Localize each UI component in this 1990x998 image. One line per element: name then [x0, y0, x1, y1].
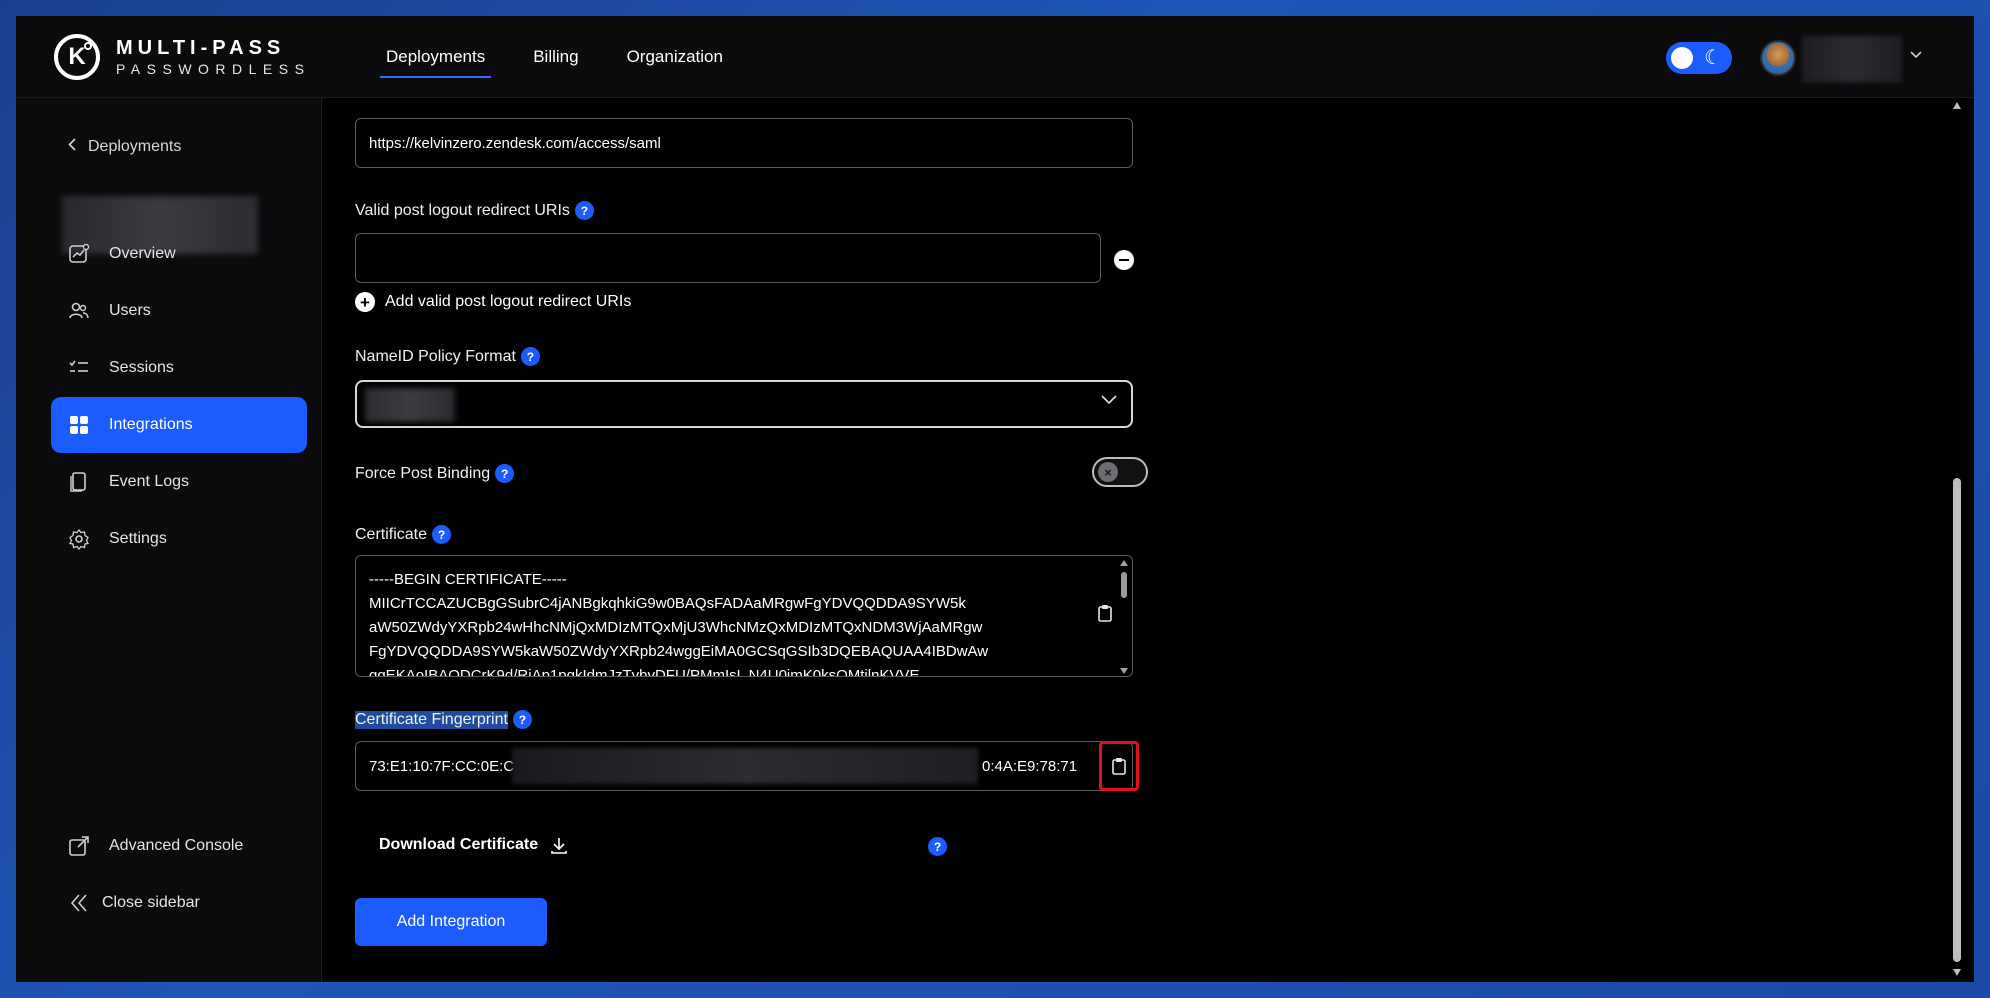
- nameid-label-text: NameID Policy Format: [355, 347, 516, 365]
- sidebar-item-event-logs[interactable]: Event Logs: [51, 454, 307, 510]
- logo-dot: [84, 42, 92, 50]
- document-icon: [67, 470, 91, 494]
- certificate-text: -----BEGIN CERTIFICATE----- MIICrTCCAZUC…: [369, 571, 989, 676]
- fingerprint-label: Certificate Fingerprint ?: [355, 710, 532, 729]
- chevron-down-icon: [1101, 392, 1117, 410]
- main-scroll-up-arrow[interactable]: [1953, 102, 1961, 109]
- grid-icon: [67, 413, 91, 437]
- external-link-icon: [67, 834, 91, 858]
- url-input-value: https://kelvinzero.zendesk.com/access/sa…: [369, 134, 661, 152]
- sidebar-item-advanced-console[interactable]: Advanced Console: [51, 818, 307, 874]
- post-logout-label: Valid post logout redirect URIs ?: [355, 201, 594, 220]
- post-logout-label-text: Valid post logout redirect URIs: [355, 201, 570, 219]
- sidebar-item-settings[interactable]: Settings: [51, 511, 307, 567]
- help-icon[interactable]: ?: [512, 710, 532, 729]
- download-certificate-button[interactable]: Download Certificate: [379, 836, 568, 854]
- user-name-redacted[interactable]: [1802, 36, 1902, 82]
- top-bar: K MULTI-PASS PASSWORDLESS Deployments Bi…: [16, 16, 1974, 98]
- sidebar-item-integrations[interactable]: Integrations: [51, 397, 307, 453]
- certificate-scrollbar-thumb[interactable]: [1121, 572, 1127, 598]
- sidebar-item-overview[interactable]: Overview: [51, 226, 307, 282]
- force-post-label-text: Force Post Binding: [355, 464, 491, 482]
- logo-text: MULTI-PASS PASSWORDLESS: [116, 38, 310, 76]
- brand-tagline: PASSWORDLESS: [116, 61, 311, 77]
- sidebar-item-users[interactable]: Users: [51, 283, 307, 339]
- double-chevron-left-icon: [68, 891, 92, 915]
- fingerprint-label-text: Certificate Fingerprint: [355, 710, 508, 729]
- theme-toggle-knob: [1671, 47, 1693, 69]
- avatar[interactable]: [1760, 40, 1796, 76]
- app-window: K MULTI-PASS PASSWORDLESS Deployments Bi…: [16, 16, 1974, 982]
- fingerprint-redacted: [512, 748, 978, 784]
- nameid-value-redacted: [365, 388, 455, 422]
- add-post-logout-label: Add valid post logout redirect URIs: [385, 293, 632, 310]
- force-post-binding-toggle[interactable]: ×: [1092, 457, 1148, 487]
- sidebar-label-sessions: Sessions: [109, 359, 174, 376]
- nav-deployments[interactable]: Deployments: [362, 16, 509, 98]
- sidebar-label-users: Users: [109, 302, 151, 319]
- certificate-label-text: Certificate: [355, 525, 428, 543]
- main-scrollbar[interactable]: [1950, 98, 1964, 982]
- sidebar-label-integrations: Integrations: [109, 416, 193, 433]
- users-icon: [67, 299, 91, 323]
- gear-icon: [67, 527, 91, 551]
- back-to-deployments[interactable]: Deployments: [68, 138, 181, 156]
- fingerprint-suffix: 0:4A:E9:78:71: [982, 757, 1078, 775]
- moon-icon: ☾: [1704, 47, 1722, 69]
- help-icon[interactable]: ?: [520, 347, 540, 366]
- overview-chart-icon: [67, 242, 91, 266]
- help-icon[interactable]: ?: [495, 464, 515, 483]
- nav-organization[interactable]: Organization: [603, 16, 747, 98]
- certificate-label: Certificate ?: [355, 525, 452, 544]
- url-input[interactable]: https://kelvinzero.zendesk.com/access/sa…: [355, 118, 1133, 168]
- main-content: https://kelvinzero.zendesk.com/access/sa…: [322, 98, 1974, 982]
- brand-logo[interactable]: K MULTI-PASS PASSWORDLESS: [54, 34, 310, 80]
- fingerprint-prefix: 73:E1:10:7F:CC:0E:C: [369, 757, 515, 775]
- post-logout-uri-input[interactable]: [355, 233, 1101, 283]
- download-icon: [550, 836, 568, 854]
- nav-billing[interactable]: Billing: [509, 16, 602, 98]
- chevron-down-icon[interactable]: [1910, 46, 1922, 62]
- help-icon[interactable]: ?: [574, 201, 594, 220]
- add-integration-button[interactable]: Add Integration: [355, 898, 547, 946]
- sidebar-label-advanced-console: Advanced Console: [109, 837, 244, 854]
- brand-name: MULTI-PASS: [116, 37, 286, 59]
- toggle-off-x-icon: ×: [1098, 462, 1118, 482]
- remove-uri-icon[interactable]: [1114, 250, 1134, 270]
- force-post-label: Force Post Binding ?: [355, 464, 515, 483]
- fingerprint-input[interactable]: 73:E1:10:7F:CC:0E:C 0:4A:E9:78:71: [355, 741, 1133, 791]
- sessions-list-icon: [67, 356, 91, 380]
- close-sidebar-label: Close sidebar: [102, 894, 200, 911]
- main-scrollbar-thumb[interactable]: [1953, 478, 1961, 962]
- plus-circle-icon: +: [355, 292, 375, 312]
- copy-fingerprint-button[interactable]: [1099, 741, 1139, 791]
- logo-mark-icon: K: [54, 34, 100, 80]
- add-post-logout-uri-button[interactable]: + Add valid post logout redirect URIs: [355, 292, 631, 312]
- theme-toggle[interactable]: ☾: [1666, 42, 1732, 74]
- scroll-down-arrow[interactable]: [1120, 668, 1128, 674]
- close-sidebar-button[interactable]: Close sidebar: [51, 875, 307, 931]
- clipboard-icon: [1111, 757, 1127, 775]
- certificate-textarea[interactable]: -----BEGIN CERTIFICATE----- MIICrTCCAZUC…: [355, 555, 1133, 677]
- help-icon[interactable]: ?: [928, 837, 947, 856]
- sidebar: Deployments Overview Users Sessions Inte…: [16, 98, 322, 982]
- download-label: Download Certificate: [379, 836, 539, 853]
- clipboard-icon[interactable]: [1097, 604, 1113, 622]
- certificate-scrollbar[interactable]: [1118, 558, 1130, 676]
- help-icon[interactable]: ?: [432, 525, 452, 544]
- nameid-label: NameID Policy Format ?: [355, 347, 540, 366]
- scroll-up-arrow[interactable]: [1120, 560, 1128, 566]
- top-nav: Deployments Billing Organization: [362, 16, 747, 98]
- back-label: Deployments: [88, 138, 182, 155]
- sidebar-item-sessions[interactable]: Sessions: [51, 340, 307, 396]
- logo-letter: K: [68, 43, 86, 70]
- sidebar-label-settings: Settings: [109, 530, 167, 547]
- sidebar-label-event-logs: Event Logs: [109, 473, 190, 490]
- chevron-left-icon: [68, 138, 76, 156]
- nameid-select[interactable]: [355, 380, 1133, 428]
- sidebar-label-overview: Overview: [109, 245, 176, 262]
- main-scroll-down-arrow[interactable]: [1953, 969, 1961, 976]
